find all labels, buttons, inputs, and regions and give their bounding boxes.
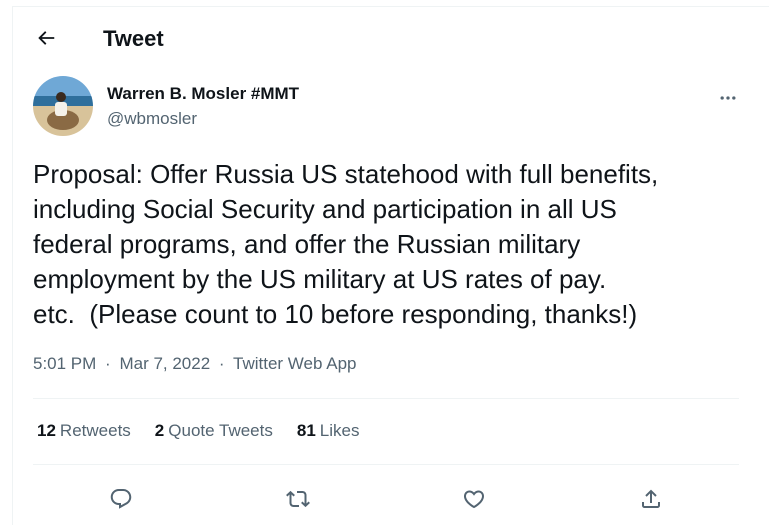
share-button[interactable] bbox=[632, 480, 670, 518]
quote-tweets-count: 2 bbox=[154, 421, 165, 440]
likes-label: Likes bbox=[319, 421, 360, 440]
reply-icon bbox=[111, 489, 132, 509]
likes-stat[interactable]: 81 Likes bbox=[297, 420, 360, 442]
quote-tweets-stat[interactable]: 2 Quote Tweets bbox=[155, 420, 273, 442]
retweet-button[interactable] bbox=[279, 480, 317, 518]
meta-separator: · bbox=[218, 354, 225, 373]
engagement-stats: 12 Retweets 2 Quote Tweets 81 Likes bbox=[37, 420, 359, 442]
meta-separator: · bbox=[105, 354, 111, 373]
arrow-left-icon bbox=[38, 31, 55, 45]
like-button[interactable] bbox=[455, 480, 493, 518]
page-title: Tweet bbox=[103, 26, 164, 51]
avatar[interactable] bbox=[33, 76, 93, 136]
tweet-meta: 5:01 PM · Mar 7, 2022 · Twitter Web App bbox=[33, 353, 356, 375]
retweets-label: Retweets bbox=[59, 421, 131, 440]
tweet-actions bbox=[33, 477, 739, 521]
tweet-source[interactable]: Twitter Web App bbox=[233, 354, 356, 373]
tweet-time[interactable]: 5:01 PM bbox=[33, 354, 96, 373]
author-name[interactable]: Warren B. Mosler #MMT bbox=[107, 83, 299, 105]
likes-count: 81 bbox=[296, 421, 316, 440]
tweet-page: Tweet Warren B. Mosler #MMT @wbmosler Pr… bbox=[12, 6, 769, 525]
share-icon bbox=[641, 489, 660, 508]
page-header: Tweet bbox=[13, 7, 769, 71]
retweet-icon bbox=[285, 490, 310, 508]
retweets-stat[interactable]: 12 Retweets bbox=[37, 420, 131, 442]
avatar-image bbox=[33, 76, 93, 136]
more-button[interactable] bbox=[709, 79, 747, 117]
tweet-text: Proposal: Offer Russia US statehood with… bbox=[33, 159, 659, 329]
divider bbox=[33, 398, 739, 399]
more-horizontal-icon bbox=[720, 96, 736, 100]
divider bbox=[33, 464, 739, 465]
heart-icon bbox=[464, 490, 485, 509]
author-handle[interactable]: @wbmosler bbox=[107, 108, 197, 130]
tweet-date[interactable]: Mar 7, 2022 bbox=[119, 354, 210, 373]
retweets-count: 12 bbox=[37, 421, 56, 440]
reply-button[interactable] bbox=[102, 480, 140, 518]
back-button[interactable] bbox=[29, 21, 63, 55]
quote-tweets-label: Quote Tweets bbox=[168, 421, 273, 440]
